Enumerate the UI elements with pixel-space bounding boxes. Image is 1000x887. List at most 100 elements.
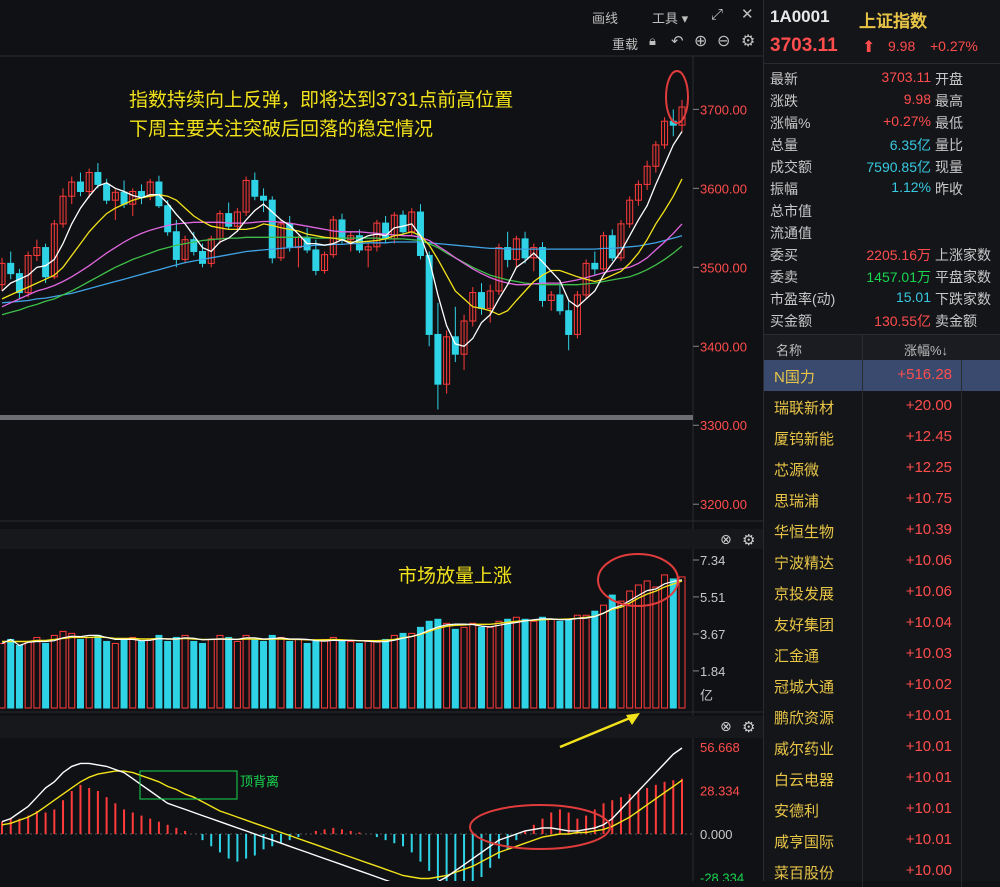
y-tick-label: -28.334 xyxy=(700,871,744,882)
stock-pct: +10.03 xyxy=(905,645,952,662)
candle-body xyxy=(103,183,111,201)
tools-button[interactable]: 工具 ▾ xyxy=(652,8,688,27)
stat-row: 最新 3703.11 开盘 xyxy=(764,69,1000,91)
list-item[interactable]: 芯源微 +12.25 xyxy=(764,453,1000,484)
volume-bar xyxy=(425,620,433,709)
volume-bar xyxy=(434,618,442,709)
macd-header xyxy=(0,716,763,738)
stat-value: 1.12% xyxy=(891,179,931,195)
volume-bar xyxy=(347,640,355,709)
zoom-out-icon[interactable]: ⊖ xyxy=(717,31,730,51)
divider xyxy=(862,639,863,670)
stat-row: 涨跌 9.98 最高 xyxy=(764,91,1000,113)
volume-bar xyxy=(94,634,102,709)
divider xyxy=(862,360,863,391)
stock-pct: +10.01 xyxy=(905,769,952,786)
volume-bar xyxy=(225,636,233,709)
col-name-header[interactable]: 名称 xyxy=(776,340,802,359)
divider xyxy=(961,639,962,670)
volume-bar xyxy=(504,618,512,709)
stat-row: 总市值 xyxy=(764,201,1000,223)
stat-row: 流通值 xyxy=(764,223,1000,245)
volume-bar xyxy=(321,638,329,709)
settings-icon[interactable]: ⚙ xyxy=(742,719,755,736)
stock-name: 安德利 xyxy=(774,803,820,820)
stat-value: 130.55亿 xyxy=(874,313,931,329)
list-item[interactable]: N国力 +516.28 xyxy=(764,360,1000,391)
volume-bar xyxy=(600,604,608,709)
candle-body xyxy=(7,262,15,275)
stat-right-label: 卖金额 xyxy=(935,313,977,329)
list-item[interactable]: 宁波精达 +10.06 xyxy=(764,546,1000,577)
volume-bar xyxy=(652,586,660,709)
stat-row: 成交额 7590.85亿 现量 xyxy=(764,157,1000,179)
index-code: 1A0001 xyxy=(770,7,830,26)
quote-panel: 1A0001 上证指数 3703.11 ⬆ 9.98 +0.27% 最新 3703… xyxy=(763,0,1000,887)
stat-value: 1457.01万 xyxy=(866,269,931,285)
volume-bar xyxy=(42,642,50,709)
list-item[interactable]: 友好集团 +10.04 xyxy=(764,608,1000,639)
divider xyxy=(961,701,962,732)
list-item[interactable]: 京投发展 +10.06 xyxy=(764,577,1000,608)
stat-label: 买金额 xyxy=(770,313,812,329)
divider xyxy=(862,701,863,732)
list-item[interactable]: 安德利 +10.01 xyxy=(764,794,1000,825)
stat-value: 3703.11 xyxy=(881,69,931,85)
list-item[interactable]: 汇金通 +10.03 xyxy=(764,639,1000,670)
divider xyxy=(862,732,863,763)
divider xyxy=(961,577,962,608)
volume-bar xyxy=(539,616,547,709)
stat-right-label: 昨收 xyxy=(935,181,963,197)
volume-bar xyxy=(137,640,145,709)
candle-body xyxy=(120,191,128,205)
undo-icon[interactable]: ↶ xyxy=(671,32,684,50)
stock-pct: +10.01 xyxy=(905,707,952,724)
close-icon[interactable]: ⊗ xyxy=(720,718,732,734)
zoom-in-icon[interactable]: ⊕ xyxy=(694,31,707,51)
list-item[interactable]: 冠城大通 +10.02 xyxy=(764,670,1000,701)
fullscreen-icon[interactable]: ⤢ xyxy=(711,6,723,23)
list-item[interactable]: 菜百股份 +10.00 xyxy=(764,856,1000,887)
stat-value: 9.98 xyxy=(903,91,931,107)
draw-button[interactable]: 画线 xyxy=(592,8,618,27)
volume-bar xyxy=(286,640,294,709)
volume-bar xyxy=(207,638,215,709)
list-item[interactable]: 白云电器 +10.01 xyxy=(764,763,1000,794)
ranking-header[interactable]: 名称 涨幅%↓ xyxy=(764,334,1000,362)
list-item[interactable]: 厦钨新能 +12.45 xyxy=(764,422,1000,453)
lock-icon[interactable]: 🔒︎ xyxy=(649,33,656,49)
volume-bar xyxy=(634,584,642,709)
volume-bar xyxy=(477,626,485,709)
stock-pct: +10.02 xyxy=(905,676,952,693)
chart-area: ⊗ ⚙ ⊗ ⚙ 3700.00 3600.00 3500.00 3400.00 3300.00 3… xyxy=(0,55,763,882)
list-item[interactable]: 思瑞浦 +10.75 xyxy=(764,484,1000,515)
stock-name: 菜百股份 xyxy=(774,865,835,882)
index-change: 9.98 xyxy=(888,38,916,54)
stat-value: +0.27% xyxy=(883,113,931,129)
stat-right-label: 开盘 xyxy=(935,71,963,87)
dea-line xyxy=(1,770,683,880)
stat-label: 最新 xyxy=(770,71,798,87)
list-item[interactable]: 华恒生物 +10.39 xyxy=(764,515,1000,546)
y-tick-label: 7.34 xyxy=(700,553,725,568)
volume-annotation: 市场放量上涨 xyxy=(398,565,512,587)
y-unit-label: 亿 xyxy=(700,688,713,703)
list-item[interactable]: 咸亨国际 +10.01 xyxy=(764,825,1000,856)
list-item[interactable]: 瑞联新材 +20.00 xyxy=(764,391,1000,422)
close-icon[interactable]: ✕ xyxy=(741,5,754,23)
list-item[interactable]: 鹏欣资源 +10.01 xyxy=(764,701,1000,732)
stat-right-label: 量比 xyxy=(935,137,963,153)
y-tick-label: 3200.00 xyxy=(700,497,747,512)
candle-body xyxy=(477,292,485,309)
y-tick-label: 0.000 xyxy=(700,827,733,842)
col-pct-header[interactable]: 涨幅%↓ xyxy=(904,340,948,359)
candle-body xyxy=(164,205,172,233)
list-item[interactable]: 威尔药业 +10.01 xyxy=(764,732,1000,763)
stock-name: 厦钨新能 xyxy=(774,431,835,448)
volume-bar xyxy=(59,630,67,709)
settings-icon[interactable]: ⚙ xyxy=(742,532,755,549)
reset-button[interactable]: 重载 xyxy=(612,34,638,53)
close-icon[interactable]: ⊗ xyxy=(720,531,732,547)
settings-icon[interactable]: ⚙ xyxy=(741,31,755,51)
divider xyxy=(961,794,962,825)
